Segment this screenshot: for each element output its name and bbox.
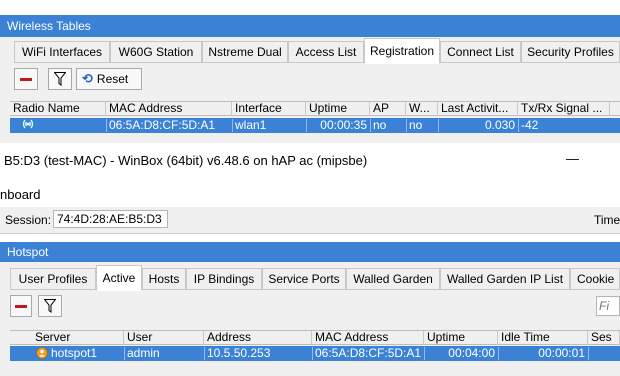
col-interface[interactable]: Interface [232, 102, 306, 116]
reset-button[interactable]: ⟲ Reset [76, 68, 142, 90]
cell-ap: no [373, 118, 387, 132]
wireless-toolbar: ⟲ Reset [0, 65, 620, 93]
find-input[interactable] [596, 296, 620, 316]
active-table-header: Server User Address MAC Address Uptime I… [10, 330, 620, 345]
table-row[interactable]: hotspot1 admin 10.5.50.253 06:5A:D8:CF:5… [10, 346, 620, 361]
cell-interface: wlan1 [235, 118, 267, 132]
filter-button[interactable] [38, 295, 62, 317]
col-session[interactable]: Ses [588, 331, 620, 345]
col-radio-name[interactable]: Radio Name [10, 102, 106, 116]
col-w[interactable]: W... [406, 102, 438, 116]
wireless-client-icon [18, 118, 38, 133]
tab-registration[interactable]: Registration [364, 38, 440, 64]
tab-hosts[interactable]: Hosts [142, 268, 186, 290]
filter-button[interactable] [48, 68, 72, 90]
time-label: Time [594, 213, 620, 227]
tab-connect-list[interactable]: Connect List [440, 41, 521, 63]
session-label: Session: [5, 213, 52, 227]
session-bar: Session: 74:4D:28:AE:B5:D3 Time [0, 207, 620, 234]
wireless-tab-bar: WiFi Interfaces W60G Station Nstreme Dua… [0, 37, 620, 65]
filter-icon [44, 299, 56, 313]
tab-service-ports[interactable]: Service Ports [262, 268, 346, 290]
tab-walled-garden-ip-list[interactable]: Walled Garden IP List [440, 268, 570, 290]
tab-ip-bindings[interactable]: IP Bindings [186, 268, 262, 290]
registration-table-header: Radio Name MAC Address Interface Uptime … [10, 101, 620, 116]
winbox-title: B5:D3 (test-MAC) - WinBox (64bit) v6.48.… [4, 153, 368, 168]
wireless-tables-title: Wireless Tables [0, 15, 620, 37]
tab-access-list[interactable]: Access List [288, 41, 364, 63]
tab-cookies[interactable]: Cookie [570, 268, 620, 290]
tab-w60g-station[interactable]: W60G Station [110, 41, 202, 63]
col-tx-rx-signal[interactable]: Tx/Rx Signal ... [518, 102, 610, 116]
reset-label: Reset [96, 72, 129, 86]
minus-icon [15, 304, 27, 308]
cell-w: no [409, 118, 423, 132]
col-uptime[interactable]: Uptime [424, 331, 498, 345]
col-user[interactable]: User [124, 331, 204, 345]
tab-active[interactable]: Active [96, 265, 142, 291]
cell-server: hotspot1 [51, 346, 98, 360]
session-field[interactable]: 74:4D:28:AE:B5:D3 [53, 210, 168, 228]
minimize-button[interactable]: — [566, 151, 579, 166]
cell-signal: -42 [521, 118, 539, 132]
tab-user-profiles[interactable]: User Profiles [10, 268, 96, 290]
col-server[interactable]: Server [32, 331, 124, 345]
cell-user: admin [127, 346, 160, 360]
hotspot-toolbar [0, 292, 620, 320]
cell-mac: 06:5A:D8:CF:5D:A1 [109, 118, 216, 132]
hotspot-title: Hotspot [0, 242, 620, 262]
col-idle-time[interactable]: Idle Time [498, 331, 588, 345]
cell-uptime: 00:04:00 [448, 346, 495, 360]
cell-idle-time: 00:00:01 [538, 346, 585, 360]
tab-nstreme-dual[interactable]: Nstreme Dual [202, 41, 288, 63]
cell-mac: 06:5A:D8:CF:5D:A1 [315, 346, 422, 360]
reset-icon: ⟲ [82, 71, 93, 86]
menu-dashboard[interactable]: nboard [0, 187, 40, 202]
hotspot-tab-bar: User Profiles Active Hosts IP Bindings S… [0, 262, 620, 292]
cell-address: 10.5.50.253 [207, 346, 271, 360]
table-row[interactable]: 06:5A:D8:CF:5D:A1 wlan1 00:00:35 no no 0… [10, 118, 620, 133]
tab-security-profiles[interactable]: Security Profiles [521, 41, 620, 63]
col-uptime[interactable]: Uptime [306, 102, 370, 116]
tab-walled-garden[interactable]: Walled Garden [346, 268, 440, 290]
remove-button[interactable] [10, 295, 32, 317]
cell-last-activity: 0.030 [484, 118, 515, 132]
col-last-activity[interactable]: Last Activit... [438, 102, 518, 116]
filter-icon [54, 72, 66, 86]
minus-icon [20, 77, 32, 81]
tab-wifi-interfaces[interactable]: WiFi Interfaces [14, 41, 110, 63]
col-mac-address[interactable]: MAC Address [312, 331, 424, 345]
cell-uptime: 00:00:35 [320, 118, 367, 132]
remove-button[interactable] [14, 68, 38, 90]
col-mac-address[interactable]: MAC Address [106, 102, 232, 116]
col-address[interactable]: Address [204, 331, 312, 345]
col-ap[interactable]: AP [370, 102, 406, 116]
